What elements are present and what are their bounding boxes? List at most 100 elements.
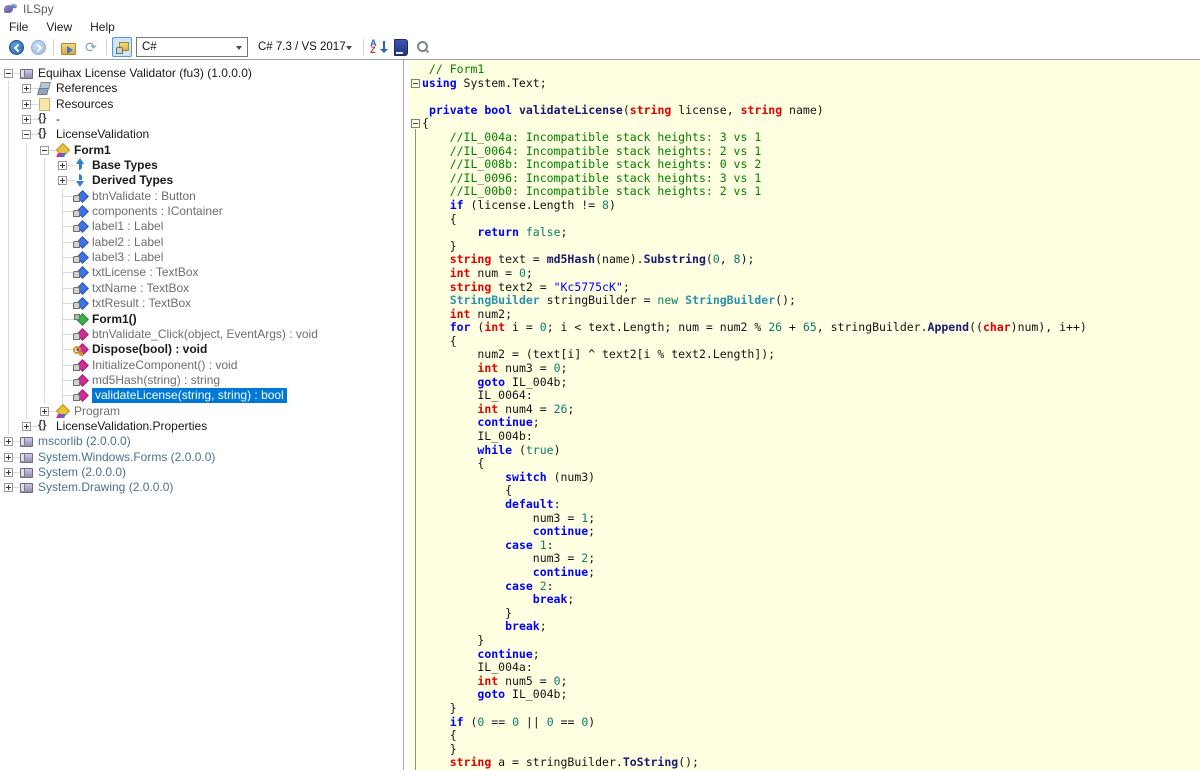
tree-guide-line: [8, 404, 9, 419]
tree-item[interactable]: LicenseValidation: [0, 127, 403, 142]
search-button[interactable]: [413, 37, 433, 57]
tree-item[interactable]: Program: [0, 404, 403, 419]
expander-expanded[interactable]: [22, 130, 31, 139]
tree-item[interactable]: Equihax License Validator (fu3) (1.0.0.0…: [0, 66, 403, 81]
tree-guide-line: [8, 342, 9, 357]
tree-item-label: System.Drawing (2.0.0.0): [38, 480, 173, 495]
visibility-toggle-button[interactable]: [112, 37, 132, 57]
code-line: string a = stringBuilder.ToString();: [422, 756, 1200, 770]
code-line: string text = md5Hash(name).Substring(0,…: [422, 253, 1200, 267]
tree-item[interactable]: validateLicense(string, string) : bool: [0, 388, 403, 403]
tree-item[interactable]: Form1(): [0, 312, 403, 327]
tree-guide-line: [44, 173, 45, 188]
code-line: //IL_0064: Incompatible stack heights: 2…: [422, 145, 1200, 159]
derived-types-icon: [73, 173, 88, 187]
code-view[interactable]: // Form1using System.Text; private bool …: [422, 63, 1200, 770]
menu-item-view[interactable]: View: [37, 19, 81, 35]
expander-collapsed[interactable]: [22, 422, 31, 431]
expander-collapsed[interactable]: [22, 84, 31, 93]
expander-collapsed[interactable]: [4, 483, 13, 492]
tree-item[interactable]: Resources: [0, 97, 403, 112]
code-line: int num = 0;: [422, 267, 1200, 281]
tree-item[interactable]: btnValidate : Button: [0, 189, 403, 204]
tree-item-label: components : IContainer: [92, 204, 223, 219]
field-icon: [73, 265, 88, 279]
open-folder-icon: [61, 41, 77, 54]
class-icon: [55, 143, 70, 157]
tree-item[interactable]: LicenseValidation.Properties: [0, 419, 403, 434]
assembly-icon: [19, 465, 34, 479]
code-line: IL_004a:: [422, 661, 1200, 675]
refresh-button[interactable]: ⟳: [81, 37, 101, 57]
expander-collapsed[interactable]: [22, 115, 31, 124]
tree-item[interactable]: md5Hash(string) : string: [0, 373, 403, 388]
tree-item[interactable]: References: [0, 81, 403, 96]
expander-expanded[interactable]: [40, 146, 49, 155]
code-line: }: [422, 743, 1200, 757]
tree-item-label: Program: [74, 404, 120, 419]
tree-item[interactable]: System (2.0.0.0): [0, 465, 403, 480]
tree-item[interactable]: Base Types: [0, 158, 403, 173]
method-icon: [73, 388, 88, 402]
tree-item[interactable]: txtResult : TextBox: [0, 296, 403, 311]
tree-item-label: btnValidate : Button: [92, 189, 196, 204]
expander-collapsed[interactable]: [4, 453, 13, 462]
options-button[interactable]: [391, 37, 411, 57]
open-assembly-button[interactable]: [59, 37, 79, 57]
tree-item[interactable]: System.Windows.Forms (2.0.0.0): [0, 450, 403, 465]
fold-marker[interactable]: [411, 119, 420, 128]
tree-item[interactable]: mscorlib (2.0.0.0): [0, 434, 403, 449]
book-icon: [394, 39, 408, 56]
tree-guide-line: [8, 189, 9, 204]
tree-item-label: Dispose(bool) : void: [92, 342, 207, 357]
tree-guide-line: [8, 97, 9, 112]
code-line: IL_0064:: [422, 389, 1200, 403]
expander-collapsed[interactable]: [58, 176, 67, 185]
tree-item[interactable]: Form1: [0, 143, 403, 158]
tree-guide-line: [44, 358, 45, 373]
field-icon: [73, 219, 88, 233]
expander-collapsed[interactable]: [22, 100, 31, 109]
fold-marker[interactable]: [411, 79, 420, 88]
forward-button[interactable]: [28, 37, 48, 57]
language-version-select[interactable]: C# 7.3 / VS 2017: [254, 37, 359, 57]
code-line: string text2 = "Kc5775cK";: [422, 281, 1200, 295]
expander-collapsed[interactable]: [4, 468, 13, 477]
expander-collapsed[interactable]: [58, 161, 67, 170]
expander-collapsed[interactable]: [4, 437, 13, 446]
tree-item-label: Derived Types: [92, 173, 173, 188]
assembly-tree[interactable]: Equihax License Validator (fu3) (1.0.0.0…: [0, 60, 404, 770]
tree-item-label: InitializeComponent() : void: [92, 358, 237, 373]
tree-item[interactable]: txtLicense : TextBox: [0, 265, 403, 280]
tree-item-label: LicenseValidation.Properties: [56, 419, 207, 434]
code-line: }: [422, 702, 1200, 716]
tree-item[interactable]: Dispose(bool) : void: [0, 342, 403, 357]
tree-item[interactable]: components : IContainer: [0, 204, 403, 219]
back-button[interactable]: [6, 37, 26, 57]
tree-guide-line: [44, 388, 45, 403]
expander-expanded[interactable]: [4, 69, 13, 78]
tree-item[interactable]: btnValidate_Click(object, EventArgs) : v…: [0, 327, 403, 342]
expander-collapsed[interactable]: [40, 407, 49, 416]
code-fold-margin: [409, 60, 422, 770]
decompiled-code-panel[interactable]: // Form1using System.Text; private bool …: [409, 60, 1200, 770]
menu-item-help[interactable]: Help: [81, 19, 124, 35]
tree-item[interactable]: Derived Types: [0, 173, 403, 188]
sort-assemblies-button[interactable]: A Z: [369, 37, 389, 57]
code-line: break;: [422, 593, 1200, 607]
language-select[interactable]: C#: [136, 37, 248, 57]
code-line: break;: [422, 620, 1200, 634]
menu-item-file[interactable]: File: [0, 19, 37, 35]
tree-item[interactable]: label1 : Label: [0, 219, 403, 234]
tree-item-label: label1 : Label: [92, 219, 163, 234]
tree-item[interactable]: System.Drawing (2.0.0.0): [0, 480, 403, 495]
tree-item[interactable]: InitializeComponent() : void: [0, 358, 403, 373]
tree-item[interactable]: label3 : Label: [0, 250, 403, 265]
tree-item[interactable]: -: [0, 112, 403, 127]
tree-guide-line: [8, 281, 9, 296]
tree-item[interactable]: label2 : Label: [0, 235, 403, 250]
namespace-icon: [37, 419, 52, 433]
tree-guide-line: [8, 143, 9, 158]
tree-item[interactable]: txtName : TextBox: [0, 281, 403, 296]
assembly-icon: [19, 434, 34, 448]
